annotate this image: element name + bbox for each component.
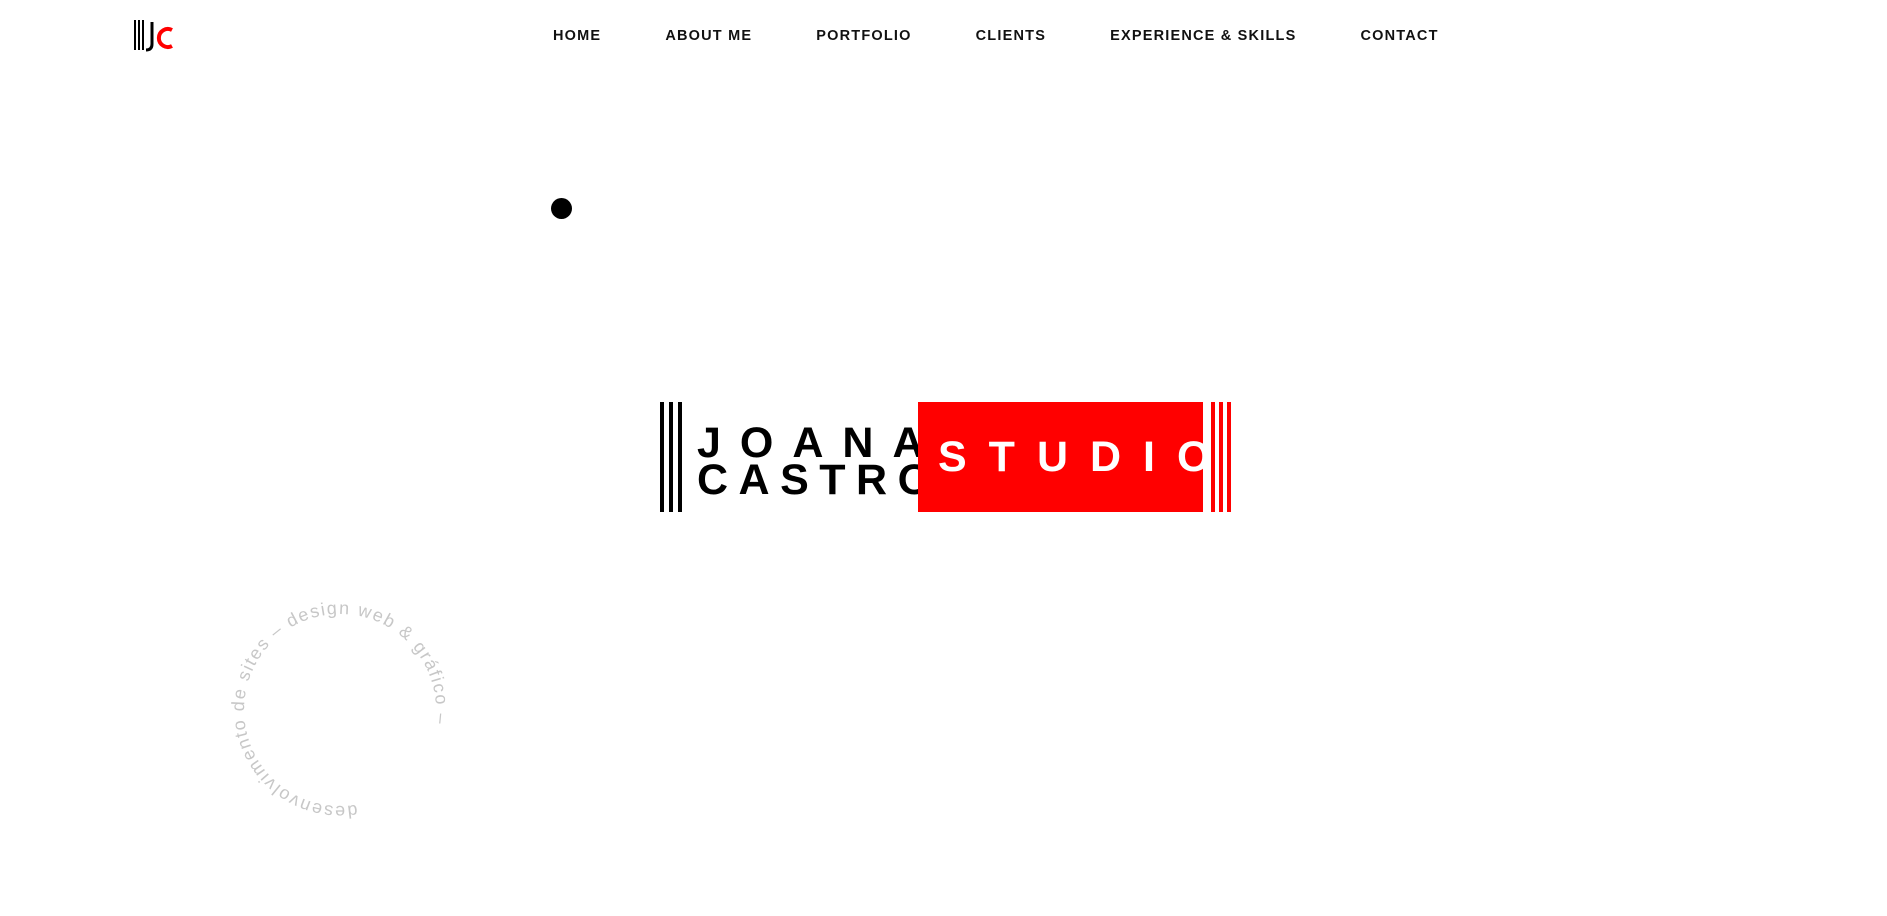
badge-text: desenvolvimento de sites – design web & …	[230, 600, 450, 820]
nav-item-about-me[interactable]: ABOUT ME	[665, 27, 752, 45]
bar	[1227, 402, 1231, 512]
page: HOME ABOUT ME PORTFOLIO CLIENTS EXPERIEN…	[0, 0, 1887, 916]
nav-item-experience-skills[interactable]: EXPERIENCE & SKILLS	[1110, 27, 1296, 45]
brand-studio: STUDIO	[938, 433, 1233, 481]
lockup-bars-left	[660, 402, 684, 512]
bar	[660, 402, 664, 512]
circular-text-badge: desenvolvimento de sites – design web & …	[230, 600, 450, 820]
nav-item-portfolio[interactable]: PORTFOLIO	[816, 27, 911, 45]
nav-list: HOME ABOUT ME PORTFOLIO CLIENTS EXPERIEN…	[553, 27, 1439, 45]
bar	[678, 402, 682, 512]
main-nav: HOME ABOUT ME PORTFOLIO CLIENTS EXPERIEN…	[0, 0, 1887, 72]
brand-lockup: JOANA CASTRO STUDIO	[660, 402, 1233, 512]
cursor-dot	[551, 198, 572, 219]
brand-name-last: CASTRO	[697, 456, 942, 504]
bar	[1219, 402, 1223, 512]
nav-item-clients[interactable]: CLIENTS	[976, 27, 1046, 45]
nav-item-home[interactable]: HOME	[553, 27, 601, 45]
badge-text-path: desenvolvimento de sites – design web & …	[230, 600, 450, 820]
nav-item-contact[interactable]: CONTACT	[1360, 27, 1438, 45]
bar	[1211, 402, 1215, 512]
site-header: HOME ABOUT ME PORTFOLIO CLIENTS EXPERIEN…	[0, 0, 1887, 72]
bar	[669, 402, 673, 512]
